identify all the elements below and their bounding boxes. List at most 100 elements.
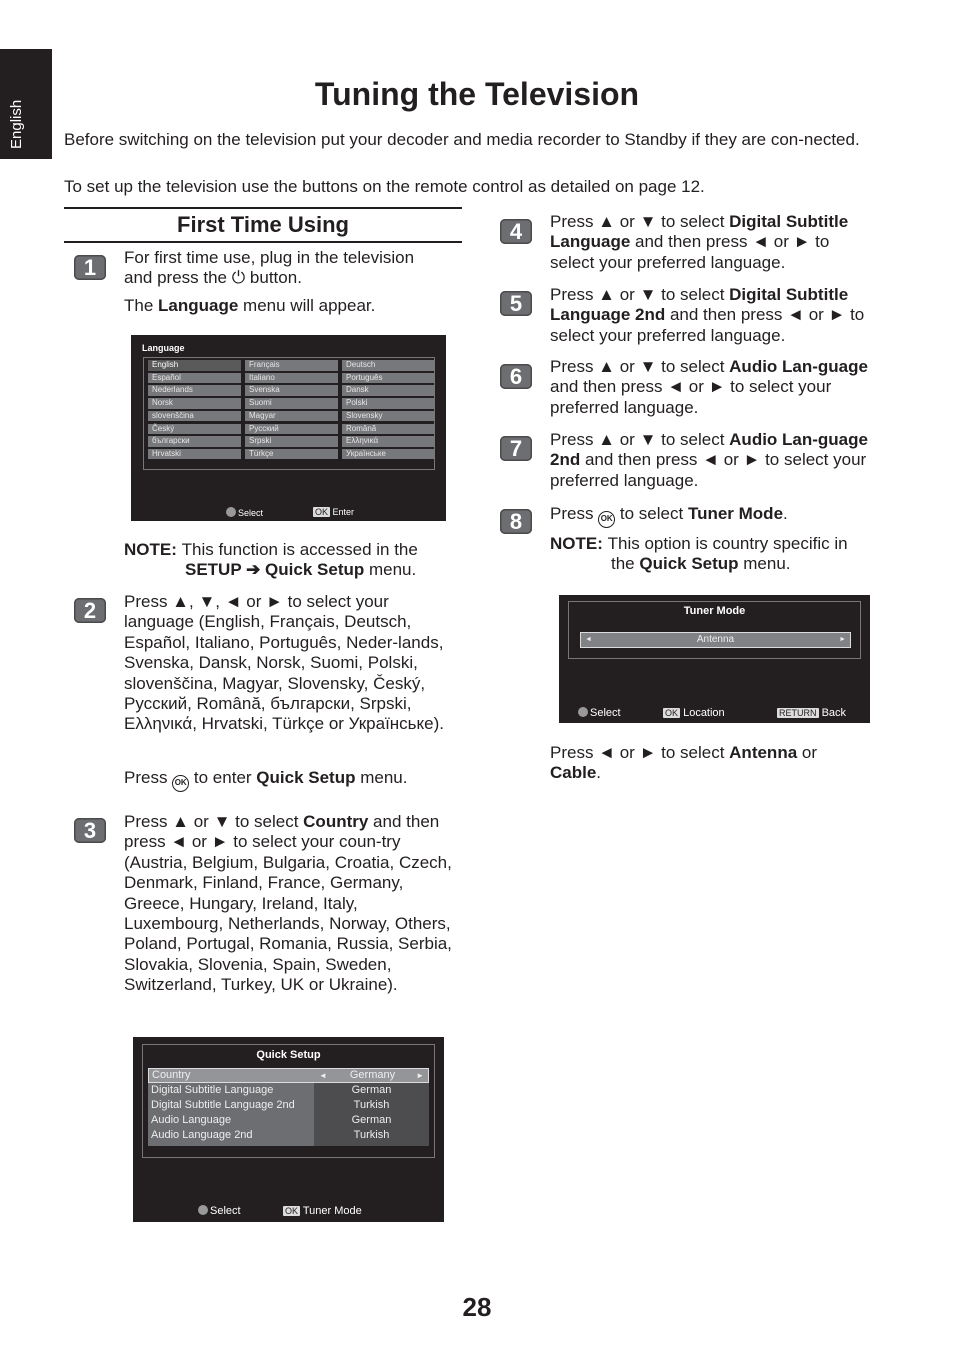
ok-key: OK <box>283 1206 301 1216</box>
text: Press <box>124 768 173 787</box>
text: Press <box>550 504 599 523</box>
bold-text: SETUP ➔ Quick Setup <box>185 560 365 580</box>
intro-paragraph: To set up the television use the buttons… <box>64 177 705 196</box>
language-option[interactable]: Hrvatski <box>148 448 241 460</box>
language-option[interactable]: Český <box>148 423 241 434</box>
language-option[interactable]: Українське <box>342 448 435 460</box>
row-value: Turkish <box>353 1099 390 1111</box>
select-hint: Select <box>590 707 621 719</box>
step-badge: 1 <box>74 255 106 280</box>
antenna-text: Press ◄ or ► to select Antenna or Cable. <box>550 743 870 784</box>
language-option[interactable]: Română <box>342 423 435 434</box>
section-title: First Time Using <box>64 207 462 243</box>
row-label: Audio Language <box>151 1114 232 1126</box>
note-setup: NOTE: This function is accessed in the S… <box>124 540 454 581</box>
language-option[interactable]: English <box>148 360 241 371</box>
step-2-ok: Press OK to enter Quick Setup menu. <box>124 768 449 792</box>
quick-setup-screen: Quick Setup Country Germany ◄ ► Digital Subt… <box>133 1037 444 1222</box>
location-hint: Location <box>683 707 725 719</box>
right-arrow-icon: ► <box>839 636 846 643</box>
language-option[interactable]: Français <box>245 360 338 371</box>
bold-text: Quick Setup <box>256 768 356 787</box>
tuner-mode-selector: ◄ Antenna ► <box>580 632 851 648</box>
back-hint: Back <box>821 707 847 719</box>
language-option[interactable]: Norsk <box>148 398 241 409</box>
step-5-text: Press ▲ or ▼ to select Digital Subtitle … <box>550 285 875 346</box>
text: menu. <box>355 768 408 787</box>
language-option[interactable]: Nederlands <box>148 385 241 396</box>
ok-button-icon: OK <box>172 775 190 792</box>
text: Press ▲ or ▼ to select <box>550 285 730 304</box>
step-badge: 6 <box>500 364 532 389</box>
language-option[interactable]: Italiano <box>245 372 338 384</box>
language-option[interactable]: Türkçe <box>245 448 338 460</box>
step-badge: 5 <box>500 291 532 316</box>
language-menu-screen: Language English Français Deutsch Español It… <box>131 335 446 521</box>
text: menu. <box>738 554 791 574</box>
quick-setup-row[interactable]: Country Germany ◄ ► <box>148 1068 429 1083</box>
language-grid: English Français Deutsch Español Italiano Por… <box>143 357 435 470</box>
quick-setup-row[interactable]: Digital Subtitle Language German <box>148 1083 429 1098</box>
row-label: Country <box>152 1069 191 1081</box>
tuner-mode-hint: Tuner Mode <box>302 1205 362 1217</box>
step-badge: 7 <box>500 436 532 461</box>
language-option[interactable]: Русский <box>245 423 338 434</box>
text: or <box>797 743 817 762</box>
text: Press ▲ or ▼ to select <box>550 357 730 376</box>
select-hint: Select <box>210 1205 241 1217</box>
dpad-icon <box>226 507 236 517</box>
language-option[interactable]: Ελληνικά <box>342 436 435 447</box>
tuner-mode-title: Tuner Mode <box>683 605 746 617</box>
enter-hint: Enter <box>332 507 355 517</box>
quick-setup-row[interactable]: Audio Language German <box>148 1113 429 1128</box>
language-option[interactable]: Srpski <box>245 436 338 447</box>
text: to enter <box>189 768 257 787</box>
bold-text: Audio Lan-guage <box>729 357 868 376</box>
language-menu-title: Language <box>142 343 185 353</box>
row-value: Germany <box>349 1069 396 1081</box>
step-badge: 3 <box>74 818 106 843</box>
ok-button-icon: OK <box>598 511 616 528</box>
note-country: NOTE: This option is country specific in… <box>550 534 880 575</box>
language-option[interactable]: Português <box>342 372 435 384</box>
bold-text: NOTE: <box>550 534 608 553</box>
language-option[interactable]: Deutsch <box>342 360 435 371</box>
language-option[interactable]: Svenska <box>245 385 338 396</box>
bold-text: Tuner Mode <box>687 504 784 523</box>
text: and then press ◄ or ► to select your cou… <box>124 812 452 995</box>
text: the <box>611 554 640 574</box>
text: Press ▲ or ▼ to select <box>124 812 304 831</box>
quick-setup-row[interactable]: Digital Subtitle Language 2nd Turkish <box>148 1098 429 1113</box>
text: Press ▲ or ▼ to select <box>550 212 730 231</box>
power-icon: ⏻ <box>231 268 246 288</box>
language-option[interactable]: Suomi <box>245 398 338 409</box>
language-option[interactable]: Magyar <box>245 410 338 422</box>
language-option[interactable]: Polski <box>342 398 435 409</box>
ok-key: OK <box>663 708 681 718</box>
language-option[interactable]: български <box>148 436 241 447</box>
step-4-text: Press ▲ or ▼ to select Digital Subtitle … <box>550 212 875 273</box>
language-option[interactable]: Español <box>148 372 241 384</box>
left-arrow-icon: ◄ <box>319 1071 327 1080</box>
page-title: Tuning the Television <box>314 76 640 112</box>
row-value: German <box>351 1084 392 1096</box>
intro-paragraph: Before switching on the television put y… <box>64 130 860 149</box>
ok-key: OK <box>313 507 331 517</box>
bold-text: Cable <box>550 763 597 783</box>
row-label: Digital Subtitle Language 2nd <box>151 1099 295 1111</box>
quick-setup-row[interactable]: Audio Language 2nd Turkish <box>148 1128 429 1143</box>
dpad-icon <box>198 1205 208 1215</box>
text: The <box>124 296 159 315</box>
page-number: 28 <box>462 1292 492 1322</box>
bold-text: Country <box>303 812 369 831</box>
text: to select <box>615 504 688 523</box>
dpad-icon <box>578 707 588 717</box>
step-6-text: Press ▲ or ▼ to select Audio Lan-guage a… <box>550 357 875 418</box>
language-option[interactable]: slovenščina <box>148 410 241 422</box>
row-value: German <box>351 1114 392 1126</box>
language-option[interactable]: Dansk <box>342 385 435 396</box>
step-8-text: Press OK to select Tuner Mode. <box>550 504 875 528</box>
step-1-text: For first time use, plug in the televisi… <box>124 248 444 289</box>
language-option[interactable]: Slovensky <box>342 410 435 422</box>
tuner-mode-value: Antenna <box>696 634 735 645</box>
